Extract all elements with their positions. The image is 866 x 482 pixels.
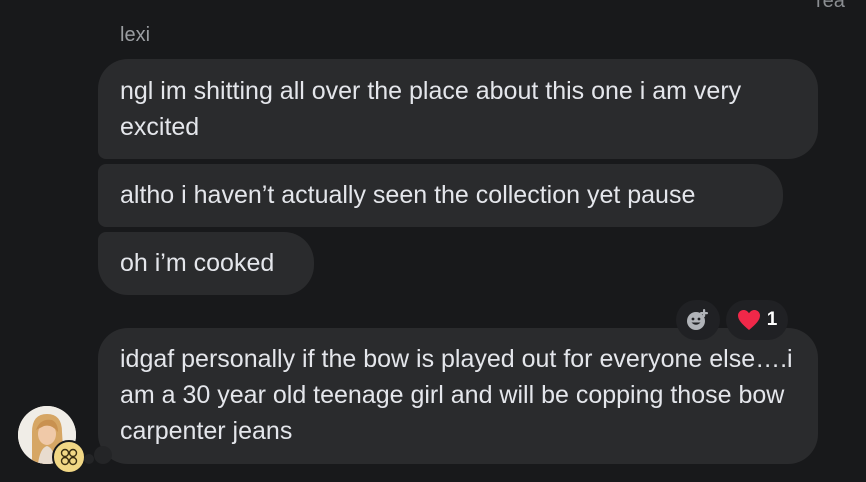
reaction-count: 1 bbox=[766, 309, 778, 330]
message-text: oh i’m cooked bbox=[120, 249, 275, 277]
message-bubble[interactable]: oh i’m cooked bbox=[98, 232, 314, 295]
profile-badge-icon bbox=[52, 440, 86, 474]
message-text: ngl im shitting all over the place about… bbox=[120, 77, 742, 141]
message-text: idgaf personally if the bow is played ou… bbox=[120, 345, 793, 445]
sender-name: lexi bbox=[120, 24, 151, 46]
add-emoji-icon bbox=[687, 309, 708, 330]
red-heart-icon bbox=[737, 310, 760, 330]
heart-reaction[interactable]: 1 bbox=[726, 300, 788, 340]
message-text: altho i haven’t actually seen the collec… bbox=[120, 181, 696, 209]
message-bubble[interactable]: idgaf personally if the bow is played ou… bbox=[98, 328, 818, 464]
add-reaction-button[interactable] bbox=[676, 300, 720, 340]
message-reactions: 1 bbox=[676, 300, 788, 340]
sender-avatar[interactable] bbox=[18, 406, 86, 474]
truncated-header-text: rea bbox=[816, 0, 866, 8]
message-bubble[interactable]: altho i haven’t actually seen the collec… bbox=[98, 164, 783, 227]
message-bubble[interactable]: ngl im shitting all over the place about… bbox=[98, 59, 818, 159]
